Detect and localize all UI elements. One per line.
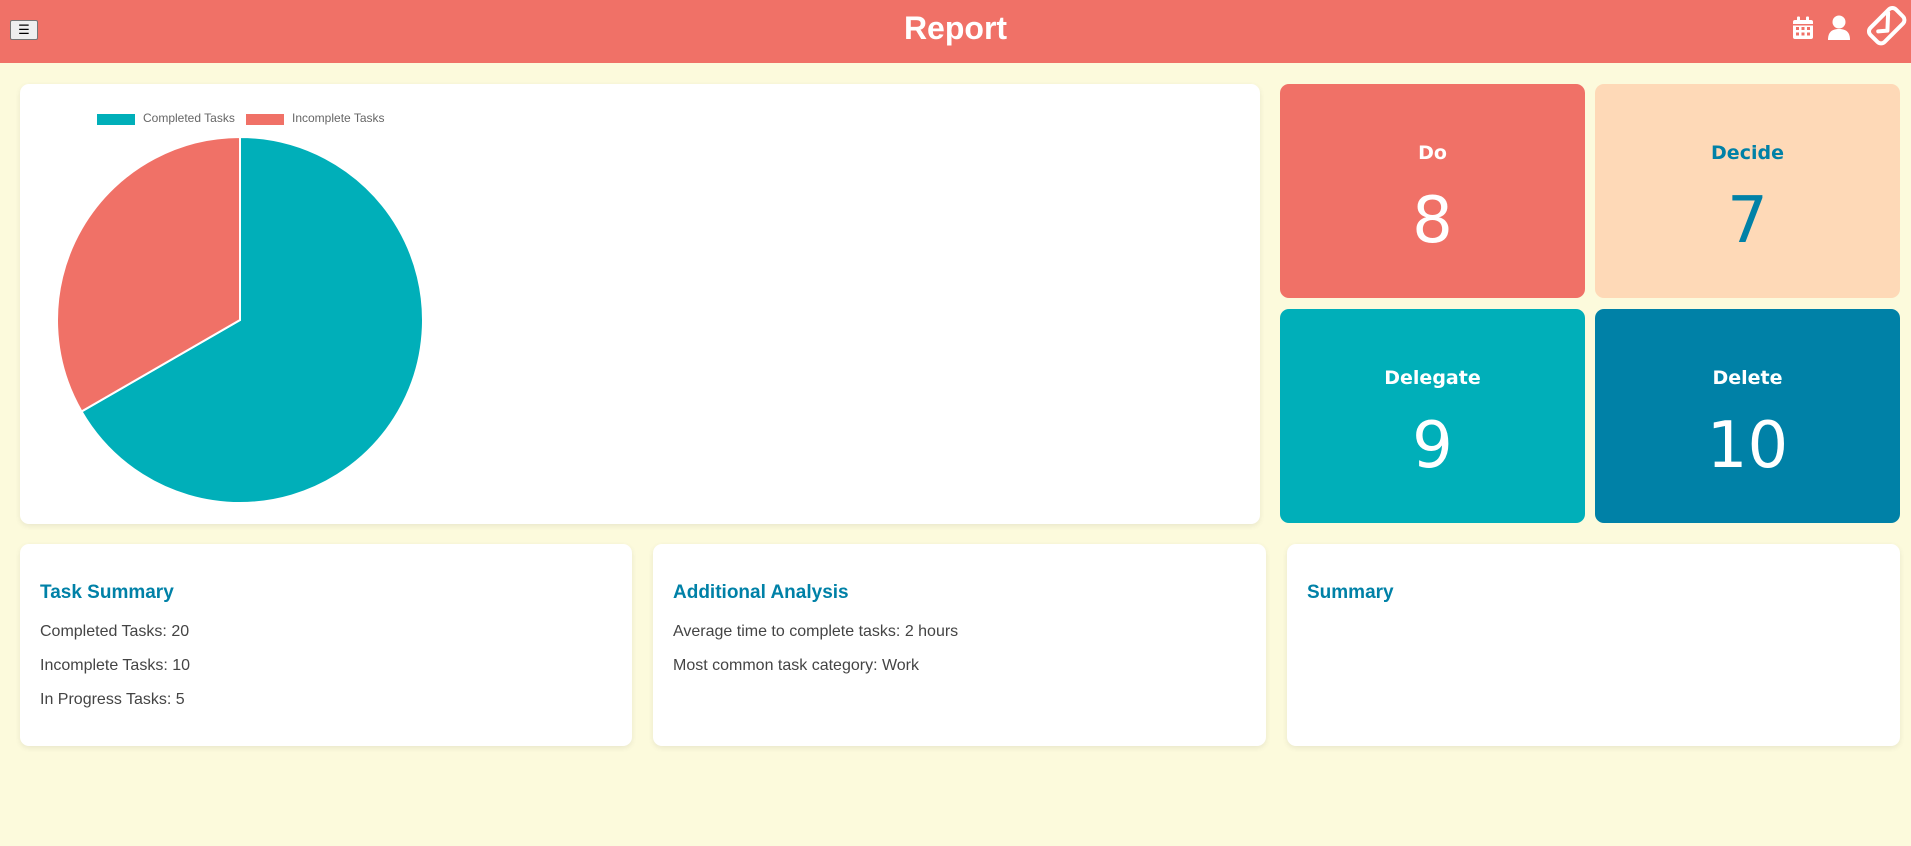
header-bar: ☰ Report (0, 0, 1911, 63)
task-summary-incomplete: Incomplete Tasks: 10 (40, 657, 191, 674)
task-summary-in-progress: In Progress Tasks: 5 (40, 691, 185, 708)
legend-label-completed: Completed Tasks (143, 111, 235, 125)
tile-delegate-label: Delegate (1384, 367, 1481, 389)
tile-decide-count: 7 (1727, 184, 1768, 258)
legend-swatch-incomplete (246, 114, 284, 125)
tile-delete-label: Delete (1712, 367, 1783, 389)
user-icon[interactable] (1827, 15, 1851, 41)
tile-decide-label: Decide (1711, 142, 1784, 164)
tile-delete-count: 10 (1706, 409, 1789, 483)
legend-label-incomplete: Incomplete Tasks (292, 111, 385, 125)
calendar-icon[interactable] (1792, 16, 1814, 40)
task-summary-completed: Completed Tasks: 20 (40, 623, 190, 640)
additional-analysis-title: Additional Analysis (673, 582, 849, 603)
tile-delegate-count: 9 (1412, 409, 1453, 483)
app-logo-icon[interactable] (1864, 3, 1908, 47)
summary-title: Summary (1307, 582, 1394, 603)
page-title: Report (903, 10, 1008, 46)
tile-delete[interactable]: Delete 10 (1595, 309, 1900, 523)
analysis-common-category: Most common task category: Work (673, 657, 919, 674)
tile-do-count: 8 (1412, 184, 1453, 258)
task-summary-title: Task Summary (40, 582, 174, 603)
additional-analysis-card: Additional Analysis Average time to comp… (653, 544, 1266, 746)
analysis-average-time: Average time to complete tasks: 2 hours (673, 623, 959, 640)
tile-do-label: Do (1418, 142, 1447, 164)
chart-card (20, 84, 1260, 524)
tile-do[interactable]: Do 8 (1280, 84, 1585, 298)
tile-decide[interactable]: Decide 7 (1595, 84, 1900, 298)
task-summary-card: Task Summary Completed Tasks: 20 Incompl… (20, 544, 632, 746)
summary-card: Summary (1287, 544, 1900, 746)
legend-swatch-completed (97, 114, 135, 125)
tile-delegate[interactable]: Delegate 9 (1280, 309, 1585, 523)
